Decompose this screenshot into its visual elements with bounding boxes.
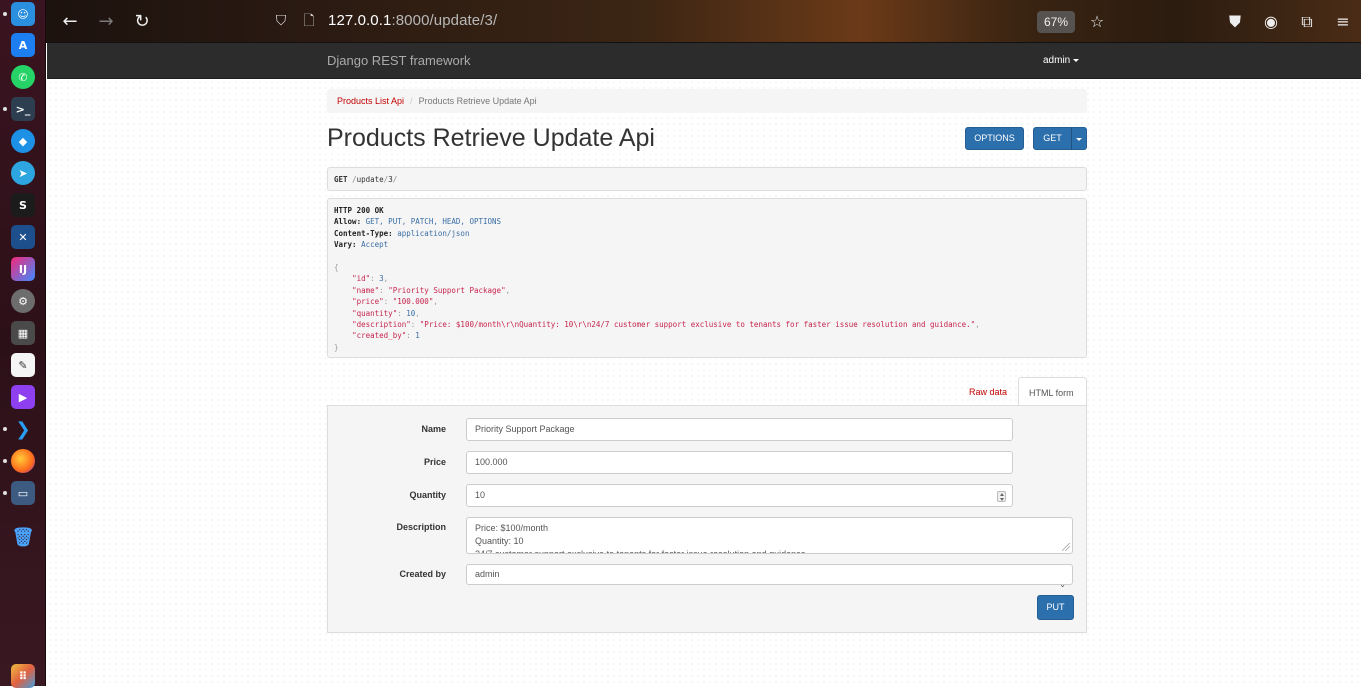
json-value-created-by: 1 (415, 331, 420, 341)
json-key-quantity: "quantity" (352, 308, 398, 318)
breadcrumb-current: Products Retrieve Update Api (418, 96, 537, 106)
finder-icon[interactable]: ☺ (11, 2, 35, 26)
quantity-value: 10 (475, 490, 486, 500)
remote-desktop-icon[interactable]: ▭ (11, 481, 35, 505)
json-value-price: "100.000" (392, 297, 434, 307)
extensions-icon[interactable]: ⧉ (1296, 11, 1318, 33)
dock: ☺ A ✆ >_ ◆ ➤ S ✕ IJ ⚙ ▦ ✎ ▶ ❯ ▭ 🗑 ⠿ (0, 0, 46, 688)
request-path-segment: update (356, 175, 384, 184)
forward-icon[interactable]: → (95, 11, 117, 33)
running-indicator (3, 491, 7, 495)
vpn-icon[interactable]: ✕ (11, 225, 35, 249)
bookmark-star-icon[interactable]: ☆ (1086, 11, 1108, 33)
page-title: Products Retrieve Update Api (327, 124, 655, 152)
json-key-price: "price" (352, 297, 384, 307)
calculator-icon[interactable]: ▦ (11, 321, 35, 345)
settings-icon[interactable]: ⚙ (11, 289, 35, 313)
created-by-select[interactable]: admin ⌄ (466, 564, 1073, 589)
header-value: GET, PUT, PATCH, HEAD, OPTIONS (365, 217, 502, 227)
description-label: Description (396, 522, 446, 532)
resize-grip-icon[interactable] (1062, 543, 1070, 551)
request-path-slash: / (392, 175, 398, 184)
json-value-description: "Price: $100/month\r\nQuantity: 10\r\n24… (419, 320, 976, 330)
caret-down-icon (1076, 138, 1082, 141)
breadcrumb-link-products-list[interactable]: Products List Api (337, 96, 404, 106)
form-tabs: Raw data HTML form (327, 377, 1087, 406)
shield-icon[interactable]: ⛉ (272, 12, 290, 30)
pocket-icon[interactable]: ⛊ (1224, 11, 1246, 33)
drf-navbar: Django REST framework admin (47, 43, 1361, 79)
description-textarea[interactable]: Price: $100/month Quantity: 10 24/7 cust… (466, 517, 1073, 554)
url-path: :8000/update/3/ (391, 12, 498, 29)
zoom-level[interactable]: 67% (1037, 11, 1075, 33)
json-key-description: "description" (352, 320, 411, 330)
vscode-icon[interactable]: ❯ (11, 417, 35, 441)
running-indicator (3, 12, 7, 16)
header-name: Content-Type: (334, 228, 393, 238)
trash-icon[interactable]: 🗑 (11, 525, 35, 549)
terminal-icon[interactable]: >_ (11, 97, 35, 121)
chevron-down-icon: ⌄ (1059, 580, 1066, 589)
back-icon[interactable]: ← (59, 11, 81, 33)
response-status: HTTP 200 OK (334, 206, 384, 215)
header-value: application/json (397, 228, 470, 238)
app-store-icon[interactable]: A (11, 33, 35, 57)
inkscape-icon[interactable]: S (11, 193, 35, 217)
created-by-label: Created by (399, 569, 446, 579)
html-form: Name Priority Support Package Price 100.… (327, 405, 1087, 633)
name-input[interactable]: Priority Support Package (466, 418, 1013, 441)
quantity-label: Quantity (409, 490, 446, 500)
created-by-selected: admin (475, 569, 500, 579)
price-input[interactable]: 100.000 (466, 451, 1013, 474)
running-indicator (3, 427, 7, 431)
breadcrumb: Products List Api / Products Retrieve Upda… (327, 89, 1087, 113)
tab-html-form[interactable]: HTML form (1018, 377, 1087, 406)
drf-brand-link[interactable]: Django REST framework (327, 53, 471, 68)
json-value-quantity: 10 (406, 308, 416, 318)
extension-avatar-icon[interactable]: ◉ (1260, 11, 1282, 33)
header-value: Accept (361, 240, 389, 250)
name-label: Name (421, 424, 446, 434)
json-value-name: "Priority Support Package" (388, 285, 506, 295)
url-host: 127.0.0.1 (328, 12, 392, 29)
telegram-icon[interactable]: ➤ (11, 161, 35, 185)
json-key-name: "name" (352, 285, 380, 295)
response-info: HTTP 200 OK Allow: GET, PUT, PATCH, HEAD… (327, 198, 1087, 358)
running-indicator (3, 459, 7, 463)
browser-toolbar: ← → ↻ ⛉ 🗋 127.0.0.1:8000/update/3/ 67% ☆… (46, 0, 1361, 43)
breadcrumb-separator: / (410, 96, 413, 106)
header-name: Vary: (334, 240, 357, 250)
menu-icon[interactable]: ≡ (1332, 11, 1354, 33)
options-button[interactable]: OPTIONS (965, 127, 1024, 150)
json-key-created-by: "created_by" (352, 331, 407, 341)
user-dropdown[interactable]: admin (1043, 55, 1080, 66)
spinner-arrows-icon[interactable] (997, 491, 1006, 502)
page-icon[interactable]: 🗋 (300, 12, 318, 30)
header-name: Allow: (334, 217, 362, 227)
intellij-icon[interactable]: IJ (11, 257, 35, 281)
request-info: GET /update/3/ (327, 167, 1087, 191)
reload-icon[interactable]: ↻ (131, 11, 153, 33)
put-button[interactable]: PUT (1037, 595, 1074, 620)
price-label: Price (423, 457, 446, 467)
tab-raw-data[interactable]: Raw data (959, 377, 1017, 406)
user-name: admin (1043, 55, 1071, 66)
docker-icon[interactable]: ◆ (11, 129, 35, 153)
text-editor-icon[interactable]: ✎ (11, 353, 35, 377)
quantity-stepper[interactable]: 10 (466, 484, 1013, 507)
caret-down-icon (1073, 58, 1080, 62)
get-format-dropdown[interactable] (1071, 127, 1087, 150)
url-bar[interactable]: 127.0.0.1:8000/update/3/ (328, 12, 497, 29)
request-method: GET (334, 175, 348, 184)
running-indicator (3, 107, 7, 111)
screen-recorder-icon[interactable]: ▶ (11, 385, 35, 409)
description-value: Price: $100/month Quantity: 10 24/7 cust… (475, 523, 809, 554)
get-button[interactable]: GET (1033, 127, 1072, 150)
whatsapp-icon[interactable]: ✆ (11, 65, 35, 89)
json-key-id: "id" (352, 274, 371, 284)
apps-grid-icon[interactable]: ⠿ (11, 664, 35, 688)
firefox-icon[interactable] (11, 449, 35, 473)
